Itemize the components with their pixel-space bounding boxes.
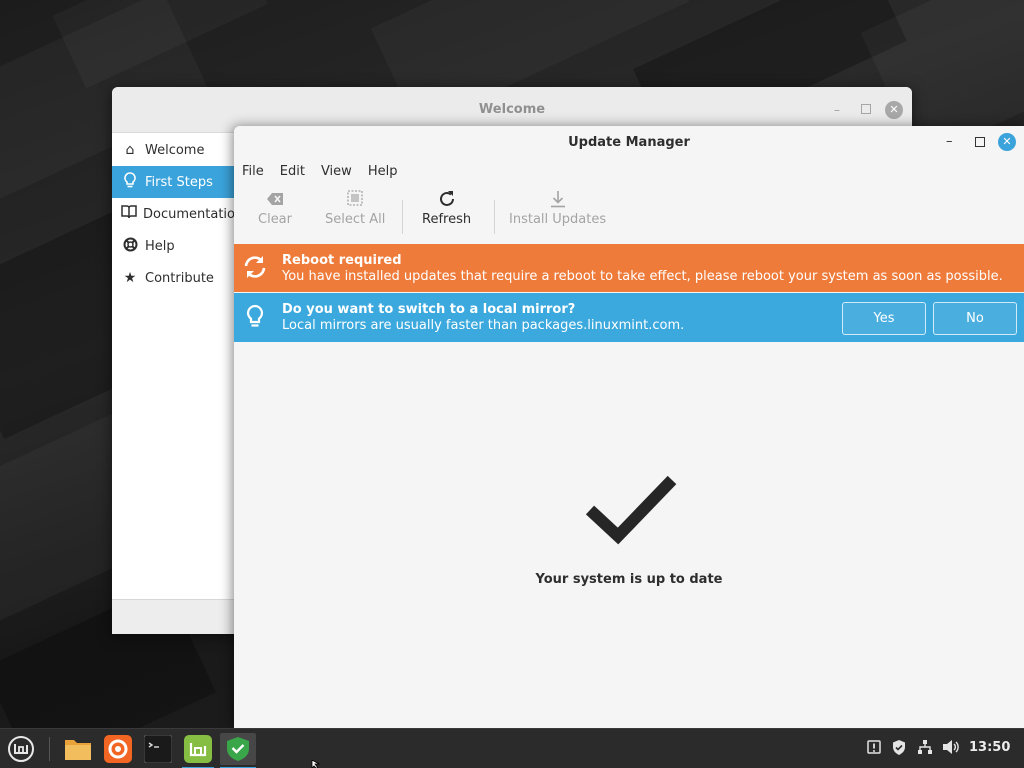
shield-icon[interactable] [890, 739, 908, 757]
menu-edit[interactable]: Edit [272, 164, 313, 179]
sidebar-item-help[interactable]: Help [112, 230, 234, 262]
welcome-close-button[interactable]: ✕ [885, 101, 903, 119]
taskbar: 13:50 [0, 728, 1024, 768]
menubar: File Edit View Help [234, 158, 1024, 184]
mirror-no-button[interactable]: No [933, 302, 1017, 335]
sidebar-item-label: Welcome [145, 142, 205, 158]
mirror-yes-button[interactable]: Yes [842, 302, 926, 335]
welcome-minimize-button[interactable]: – [834, 103, 846, 117]
sidebar-item-label: Help [145, 238, 175, 254]
checkmark-icon [585, 475, 677, 545]
update-manager-icon [227, 737, 249, 761]
volume-icon[interactable] [942, 739, 960, 757]
taskbar-update-manager[interactable] [220, 733, 256, 768]
start-menu-button[interactable] [5, 733, 37, 765]
taskbar-files[interactable] [62, 733, 94, 765]
sidebar-item-contribute[interactable]: ★ Contribute [112, 262, 234, 294]
firefox-icon [104, 735, 132, 763]
network-icon[interactable] [916, 739, 934, 757]
toolbar-separator [402, 200, 403, 234]
sidebar-item-label: First Steps [145, 174, 213, 190]
clear-label: Clear [258, 212, 292, 227]
terminal-icon [144, 735, 172, 763]
minimize-button[interactable]: – [946, 134, 953, 149]
welcome-maximize-button[interactable] [861, 104, 871, 114]
select-all-icon [347, 190, 363, 212]
toolbar-separator [494, 200, 495, 234]
sidebar-item-documentation[interactable]: Documentation [112, 198, 234, 230]
lightbulb-icon [121, 172, 139, 192]
notifications-icon[interactable] [865, 739, 883, 757]
menu-icon [8, 736, 34, 762]
taskbar-firefox[interactable] [102, 733, 134, 765]
menu-view[interactable]: View [313, 164, 360, 179]
lightbulb-icon [242, 303, 268, 329]
download-icon [550, 190, 566, 212]
refresh-label: Refresh [422, 212, 472, 227]
menu-help[interactable]: Help [360, 164, 406, 179]
update-manager-window[interactable]: Update Manager – ✕ File Edit View Help C… [234, 126, 1024, 728]
sidebar-item-welcome[interactable]: ⌂ Welcome [112, 134, 234, 166]
book-icon [121, 205, 137, 223]
sync-icon [242, 254, 268, 280]
files-icon [65, 740, 91, 760]
status-message: Your system is up to date [535, 572, 723, 587]
select-all-button[interactable]: Select All [325, 190, 385, 227]
sidebar-item-first-steps[interactable]: First Steps [112, 166, 234, 198]
close-button[interactable]: ✕ [998, 133, 1016, 151]
mint-welcome-icon [184, 735, 212, 763]
taskbar-terminal[interactable] [142, 733, 174, 765]
install-updates-button[interactable]: Install Updates [509, 190, 606, 227]
local-mirror-banner: Do you want to switch to a local mirror?… [234, 293, 1024, 342]
welcome-sidebar: ⌂ Welcome First Steps Documentation Help… [112, 134, 234, 599]
reboot-required-banner: Reboot required You have installed updat… [234, 244, 1024, 292]
star-icon: ★ [123, 270, 137, 286]
welcome-window-title: Welcome [478, 102, 546, 117]
lifebuoy-icon [121, 237, 139, 256]
reboot-banner-text: You have installed updates that require … [282, 269, 1003, 284]
sidebar-item-label: Contribute [145, 270, 214, 286]
status-area: Your system is up to date [234, 342, 1024, 728]
reboot-banner-title: Reboot required [282, 253, 402, 268]
taskbar-mint-welcome[interactable] [182, 733, 214, 768]
select-all-label: Select All [325, 212, 386, 227]
update-manager-titlebar[interactable]: Update Manager – ✕ [234, 126, 1024, 158]
menu-file[interactable]: File [242, 164, 272, 179]
clear-icon [266, 190, 284, 212]
update-manager-title: Update Manager [568, 135, 690, 150]
clock[interactable]: 13:50 [969, 740, 1010, 755]
clear-button[interactable]: Clear [258, 190, 292, 227]
taskbar-separator [49, 737, 50, 761]
mouse-pointer-icon [311, 760, 321, 768]
mirror-banner-text: Local mirrors are usually faster than pa… [282, 318, 685, 333]
refresh-button[interactable]: Refresh [422, 190, 471, 227]
install-updates-label: Install Updates [509, 212, 607, 227]
mirror-banner-title: Do you want to switch to a local mirror? [282, 302, 576, 317]
maximize-button[interactable] [975, 137, 985, 147]
home-icon: ⌂ [125, 142, 135, 158]
sidebar-item-label: Documentation [143, 206, 234, 222]
refresh-icon [438, 190, 456, 212]
toolbar: Clear Select All Refresh Install Updates [234, 184, 1024, 244]
